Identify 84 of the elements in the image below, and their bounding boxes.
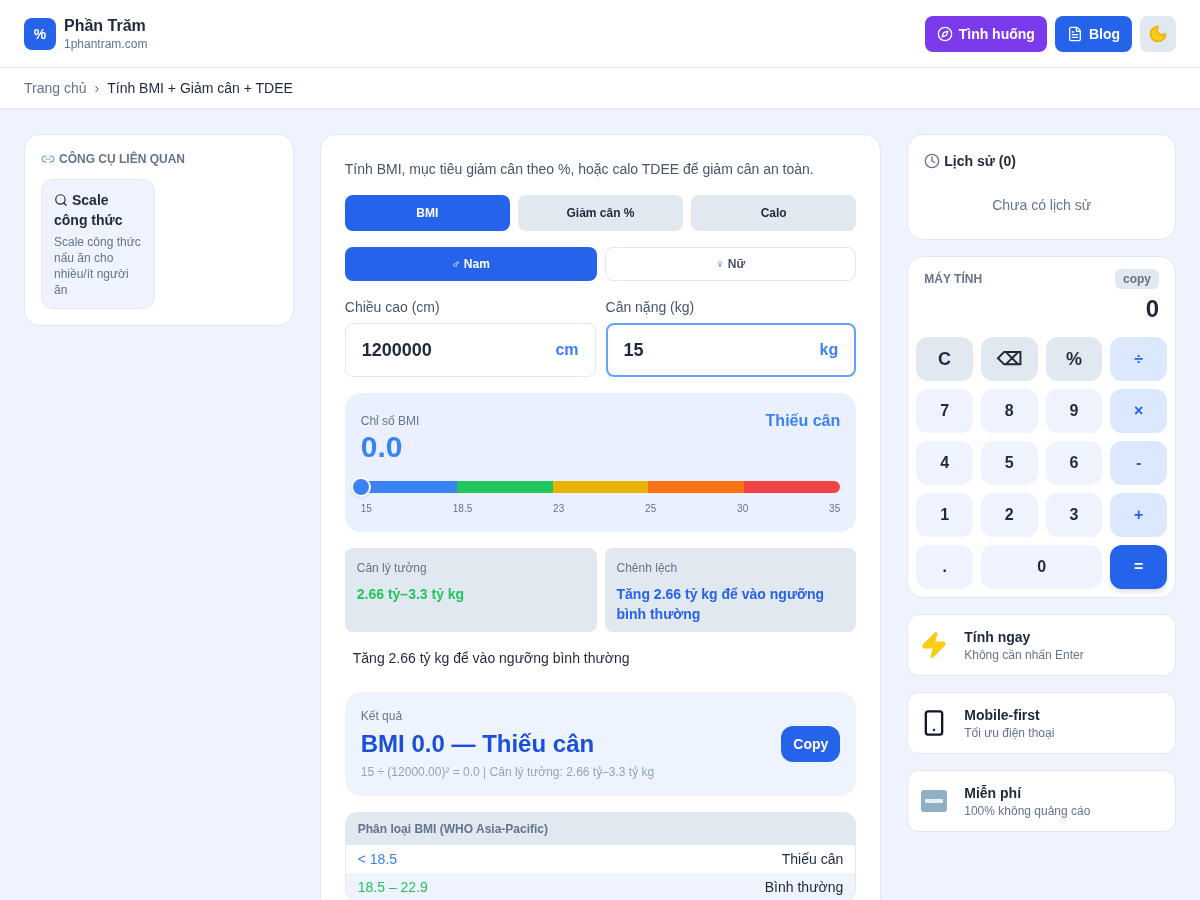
slider-thumb[interactable] (350, 477, 371, 497)
calculator-key[interactable]: 2 (980, 493, 1038, 537)
bmi-category: Thiếu cân (765, 411, 841, 431)
table-cell-text: Thiếu cân (781, 850, 844, 869)
stat-label: Cân lý tưởng (356, 560, 428, 576)
calculator-key[interactable]: 1 (916, 493, 973, 537)
copy-button[interactable]: Copy (781, 726, 841, 762)
calculator-key[interactable]: - (1110, 441, 1167, 485)
feature-title: Mobile-first (964, 706, 1041, 725)
compass-icon (936, 25, 953, 42)
result-value: BMI 0.0 — Thiếu cân (360, 729, 596, 759)
history-title: Lịch sử (0) (944, 152, 1016, 171)
breadcrumb-link[interactable]: Trang chủ (24, 78, 87, 98)
moon-icon (1148, 23, 1168, 44)
table-cell-text: 18.5 – 22.9 (357, 878, 428, 897)
field-label: Cân nặng (kg) (605, 298, 696, 317)
memo-icon (1066, 25, 1083, 42)
site-domain: 1phantram.com (64, 35, 148, 52)
mode-tab[interactable]: BMI (344, 195, 510, 231)
gauge-label: Chỉ số BMI (360, 413, 420, 429)
calculator-key[interactable]: ÷ (1110, 337, 1167, 381)
scale-tick-label: 15 (360, 502, 372, 516)
scale-tick-label: 18.5 (452, 502, 473, 516)
stat-value: 2.66 tỷ–3.3 tỷ kg (356, 585, 466, 604)
scale-tick-label: 35 (829, 502, 841, 516)
stat-value: Tăng 2.66 tỷ kg để vào ngưỡng bình thường (616, 585, 826, 624)
gender-toggle[interactable]: ♂ Nam (344, 247, 597, 281)
bmi-value: 0.0 (360, 429, 404, 465)
calculator-key[interactable]: 7 (916, 389, 973, 433)
tool-description: Scale công thức nấu ăn cho nhiều/ít người ăn (54, 234, 142, 298)
table-cell-text: Bình thường (764, 878, 844, 897)
calculator-key[interactable]: 8 (980, 389, 1038, 433)
feature-subtitle: Tối ưu điện thoại (964, 725, 1055, 741)
table-cell-text: < 18.5 (357, 850, 398, 869)
link-icon (41, 152, 55, 166)
calculator-key[interactable]: 3 (1045, 493, 1103, 537)
feature-subtitle: Không cần nhấn Enter (964, 647, 1084, 663)
empty-history-text: Chưa có lịch sử (991, 196, 1093, 215)
feature-title: Miễn phí (964, 784, 1023, 803)
breadcrumb-current: Tính BMI + Giảm cân + TDEE (107, 79, 293, 98)
note-text: Tăng 2.66 tỷ kg để vào ngưỡng bình thường (351, 649, 631, 668)
calculator-key[interactable]: C (916, 337, 973, 381)
copy-button[interactable]: copy (1115, 269, 1159, 289)
table-header: Phân loại BMI (WHO Asia-Pacific) (345, 813, 856, 845)
intro-text: Tính BMI, mục tiêu giảm cân theo %, hoặc calo TDEE để giảm cân an toàn. (344, 160, 815, 179)
gender-toggle[interactable]: ♀ Nữ (604, 247, 857, 281)
field-label: Chiều cao (cm) (344, 298, 441, 317)
calculator-key[interactable]: + (1110, 493, 1167, 537)
calculator-key[interactable]: 0 (980, 545, 1103, 589)
nav-button[interactable]: Blog (1054, 15, 1132, 52)
nav-button[interactable]: Tình huống (924, 15, 1047, 52)
calculator-key[interactable]: = (1110, 545, 1167, 589)
scale-tick-label: 23 (553, 502, 565, 516)
tool-title: Scale công thức (54, 191, 124, 230)
section-title: CÔNG CỤ LIÊN QUAN (59, 151, 185, 167)
calculator-key[interactable]: 6 (1045, 441, 1103, 485)
input-field[interactable]: 15 kg (605, 323, 857, 377)
calculator-key[interactable]: ⌫ (980, 337, 1038, 381)
calculator-key[interactable]: 9 (1045, 389, 1103, 433)
logo[interactable]: % (24, 17, 56, 50)
breadcrumb-separator: › (94, 79, 100, 98)
calculator-key[interactable]: % (1045, 337, 1103, 381)
clock-icon (924, 153, 941, 169)
feature-title: Tính ngay (964, 628, 1032, 647)
input-field[interactable]: 1200000 cm (344, 323, 596, 377)
square-icon (920, 787, 949, 815)
tool-card[interactable]: Scale công thức Scale công thức nấu ăn cho nhiều/ít người ăn (41, 179, 155, 309)
scale-tick-label: 30 (737, 502, 749, 516)
theme-toggle[interactable] (1140, 15, 1176, 52)
mode-tab[interactable]: Calo (691, 195, 857, 231)
scale-tick-label: 25 (645, 502, 657, 516)
lightning-icon (920, 631, 949, 659)
calculator-display: 0 (1144, 294, 1160, 324)
result-formula: 15 ÷ (12000.00)² = 0.0 | Cân lý tưởng: 2.66 tỷ–3.3 tỷ kg (360, 764, 655, 780)
calculator-title: MÁY TÍNH (924, 271, 983, 287)
calculator-key[interactable]: × (1110, 389, 1167, 433)
mode-tab[interactable]: Giảm cân % (517, 195, 684, 231)
calculator-key[interactable]: 5 (980, 441, 1038, 485)
calculator-key[interactable]: 4 (916, 441, 973, 485)
feature-subtitle: 100% không quảng cáo (964, 803, 1091, 819)
site-title: Phần Trăm (64, 15, 147, 36)
calculator-key[interactable]: . (916, 545, 973, 589)
result-label: Kết quả (360, 708, 404, 724)
stat-label: Chênh lệch (616, 560, 679, 576)
